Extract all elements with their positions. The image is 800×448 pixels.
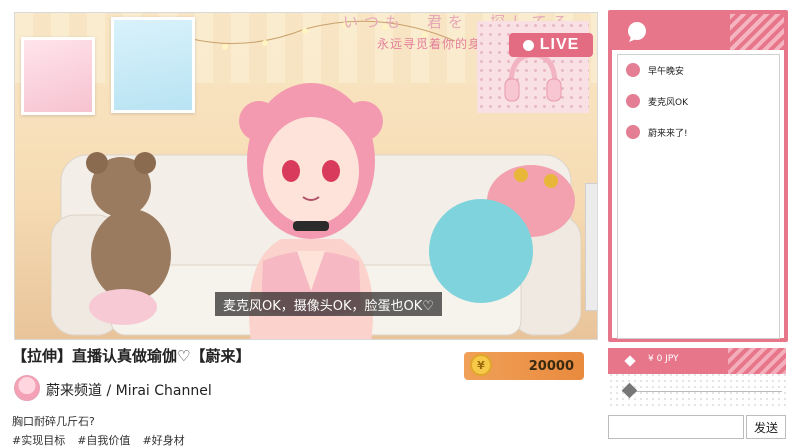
chat-user-avatar bbox=[626, 125, 640, 139]
diamond-icon bbox=[624, 355, 636, 367]
wall-poster bbox=[111, 17, 195, 113]
send-button[interactable]: 发送 bbox=[746, 415, 786, 439]
live-dot-icon bbox=[522, 39, 534, 51]
subtitle-caption: 麦克风OK，摄像头OK，脸蛋也OK♡ bbox=[215, 292, 442, 316]
chat-panel: 早午晚安 麦克风OK 蔚来来了! bbox=[608, 10, 788, 342]
live-label: LIVE bbox=[539, 36, 580, 53]
chat-bubble-icon bbox=[628, 22, 646, 42]
donation-slider-thumb[interactable] bbox=[621, 382, 638, 399]
chat-message-list[interactable]: 早午晚安 麦克风OK 蔚来来了! bbox=[617, 54, 780, 339]
header-stripes bbox=[730, 14, 784, 50]
wall-poster bbox=[21, 37, 95, 115]
channel-name[interactable]: 蔚来频道 / Mirai Channel bbox=[46, 380, 212, 400]
chat-user-avatar bbox=[626, 94, 640, 108]
live-badge: LIVE bbox=[509, 33, 593, 57]
stream-video[interactable]: いつも 君を 探してる 永远寻觅着你的身影 LIVE 麦克风OK，摄像头OK，脸… bbox=[14, 12, 598, 340]
donation-panel: ¥ 0 JPY bbox=[608, 348, 786, 408]
header-stripes bbox=[728, 348, 786, 374]
stream-title: 【拉伸】直播认真做瑜伽♡【蔚来】 bbox=[12, 347, 251, 365]
donation-slider-track[interactable] bbox=[622, 391, 782, 392]
coin-amount: 20000 bbox=[528, 358, 574, 374]
chat-header bbox=[612, 14, 784, 50]
stream-description: 胸口耐碎几斤石? bbox=[12, 415, 95, 428]
tag-item[interactable]: #实现目标 bbox=[12, 432, 65, 448]
chat-message-text: 早午晚安 bbox=[648, 66, 685, 77]
tag-item[interactable]: #好身材 bbox=[142, 432, 184, 448]
chat-message-text: 麦克风OK bbox=[648, 97, 688, 108]
chat-message-text: 蔚来来了! bbox=[648, 128, 688, 139]
yen-coin-icon: ¥ bbox=[470, 354, 492, 376]
chat-user-avatar bbox=[626, 63, 640, 77]
channel-avatar[interactable] bbox=[14, 375, 40, 401]
chat-message: 蔚来来了! bbox=[626, 125, 688, 139]
donation-amount: ¥ 0 JPY bbox=[648, 354, 679, 364]
chat-message: 早午晚安 bbox=[626, 63, 684, 77]
tag-item[interactable]: #自我价值 bbox=[77, 432, 130, 448]
tag-list: #实现目标 #自我价值 #好身材 bbox=[12, 432, 185, 448]
scroll-handle[interactable] bbox=[585, 183, 597, 311]
chat-message: 麦克风OK bbox=[626, 94, 688, 108]
donation-header: ¥ 0 JPY bbox=[608, 348, 786, 374]
coin-symbol: ¥ bbox=[477, 358, 485, 372]
chat-input[interactable] bbox=[608, 415, 744, 439]
